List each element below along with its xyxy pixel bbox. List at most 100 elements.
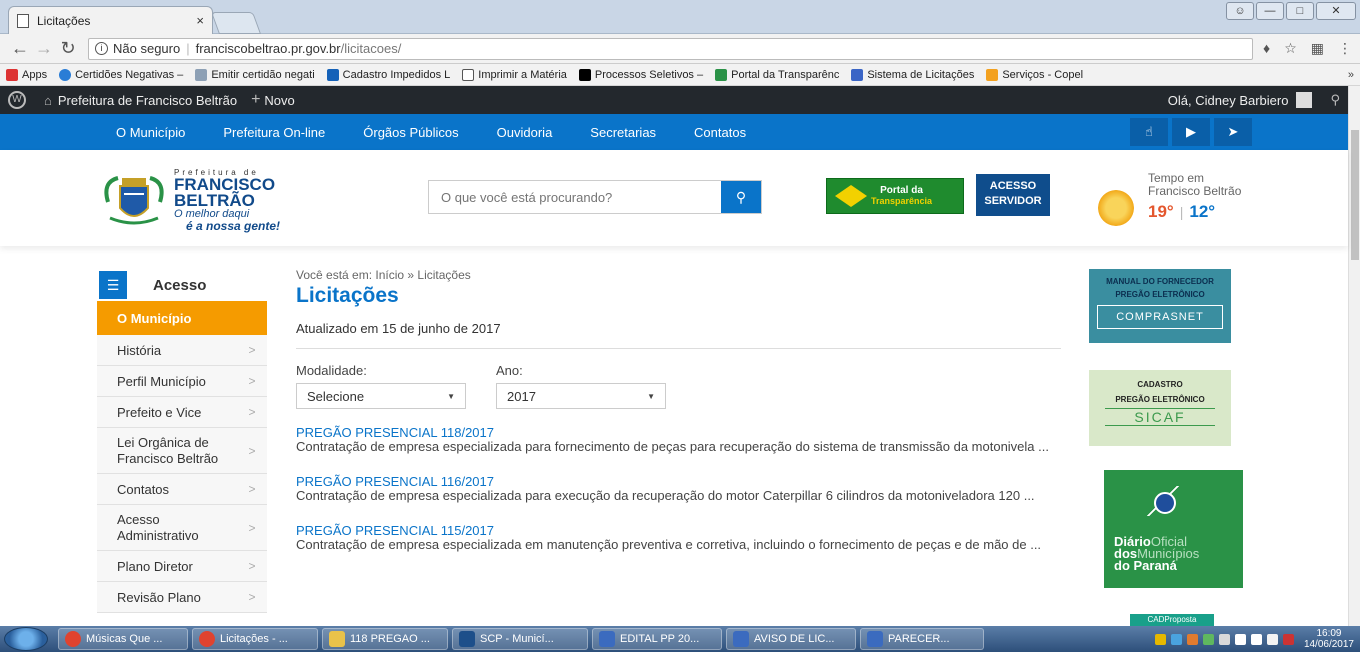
sidebar-item-contatos[interactable]: Contatos > — [97, 474, 267, 505]
search-input[interactable] — [429, 181, 721, 213]
more-bookmarks-icon[interactable]: » — [1348, 69, 1354, 81]
filter-modalidade-label: Modalidade: — [296, 363, 367, 378]
bookmark-cadastro[interactable]: Cadastro Impedidos L — [326, 68, 450, 81]
taskbar-item[interactable]: 118 PREGAO ... — [322, 628, 448, 650]
twitter-icon[interactable]: ➤ — [1214, 118, 1252, 146]
start-button[interactable] — [4, 627, 48, 651]
avatar[interactable] — [1296, 92, 1313, 108]
network-icon[interactable] — [1234, 633, 1246, 645]
maximize-icon[interactable]: □ — [1286, 2, 1314, 20]
tray-icon[interactable] — [1170, 633, 1182, 645]
nav-o-municipio[interactable]: O Município — [116, 125, 185, 140]
bookmark-sistema[interactable]: Sistema de Licitações — [851, 68, 974, 81]
licitacao-title-link[interactable]: PREGÃO PRESENCIAL 116/2017 — [296, 474, 1061, 489]
bookmark-portal[interactable]: Portal da Transparênc — [715, 68, 839, 81]
menu-icon[interactable]: ⋮ — [1338, 40, 1352, 57]
minimize-icon[interactable]: — — [1256, 2, 1284, 20]
licitacao-title-link[interactable]: PREGÃO PRESENCIAL 115/2017 — [296, 523, 1061, 538]
home-icon[interactable]: ⌂ — [44, 93, 52, 108]
user-icon[interactable]: ☺ — [1226, 2, 1254, 20]
sidebar-item-acesso-administrativo[interactable]: Acesso Administrativo > — [97, 505, 267, 551]
page-icon — [462, 68, 475, 81]
star-icon[interactable]: ☆ — [1284, 40, 1297, 57]
banner-line: CADASTRO — [1137, 380, 1183, 389]
nav-secretarias[interactable]: Secretarias — [590, 125, 656, 140]
site-logo[interactable]: Prefeitura de FRANCISCO BELTRÃO O melhor… — [98, 168, 288, 234]
tray-icon[interactable] — [1154, 633, 1166, 645]
sidebar-item-prefeito[interactable]: Prefeito e Vice > — [97, 397, 267, 428]
tray-icon[interactable] — [1202, 633, 1214, 645]
ano-select[interactable]: 2017 ▼ — [496, 383, 666, 409]
portal-transparencia-link[interactable]: Portal da Transparência — [826, 178, 964, 214]
plus-icon[interactable]: + — [251, 91, 260, 109]
tray-icon[interactable] — [1218, 633, 1230, 645]
bookmark-imprimir[interactable]: Imprimir a Matéria — [462, 68, 567, 81]
tray-icon[interactable] — [1282, 633, 1294, 645]
manual-fornecedor-banner[interactable]: MANUAL DO FORNECEDOR PREGÃO ELETRÔNICO C… — [1089, 269, 1231, 343]
play-icon[interactable]: ▶ — [1172, 118, 1210, 146]
modalidade-select[interactable]: Selecione ▼ — [296, 383, 466, 409]
sidebar-item-perfil[interactable]: Perfil Município > — [97, 366, 267, 397]
close-window-icon[interactable]: ✕ — [1316, 2, 1356, 20]
chevron-right-icon: > — [248, 559, 256, 573]
browser-tab[interactable]: Licitações × — [8, 6, 213, 34]
page-scrollbar[interactable] — [1348, 86, 1360, 626]
bookmark-certidoes[interactable]: Certidões Negativas – — [59, 68, 183, 81]
clock[interactable]: 16:09 14/06/2017 — [1304, 628, 1354, 650]
taskbar-item-label: EDITAL PP 20... — [620, 633, 700, 645]
diario-oficial-banner[interactable]: DiárioOficial dosMunicípios do Paraná — [1104, 470, 1243, 588]
wp-admin-bar: W ⌂ Prefeitura de Francisco Beltrão + No… — [0, 86, 1348, 114]
scp-icon — [459, 631, 475, 647]
wp-greeting[interactable]: Olá, Cidney Barbiero — [1168, 93, 1289, 108]
new-tab-button[interactable] — [210, 12, 262, 34]
sidebar-item-lei-organica[interactable]: Lei Orgânica de Francisco Beltrão > — [97, 428, 267, 474]
temp-min: 12° — [1189, 202, 1216, 221]
forward-icon[interactable]: → — [32, 38, 56, 59]
bookmark-emitir[interactable]: Emitir certidão negati — [195, 68, 315, 81]
bookmark-icon — [851, 68, 864, 81]
cadastro-sicaf-banner[interactable]: CADASTRO PREGÃO ELETRÔNICO SICAF — [1089, 370, 1231, 446]
crest-icon — [104, 176, 164, 225]
extension-icon[interactable]: ♦ — [1263, 40, 1270, 57]
taskbar-item[interactable]: Músicas Que ... — [58, 628, 188, 650]
sidebar-item-historia[interactable]: História > — [97, 335, 267, 366]
pdf-icon[interactable]: ▦ — [1311, 40, 1324, 57]
like-icon[interactable]: ☝ — [1130, 118, 1168, 146]
back-icon[interactable]: ← — [8, 38, 32, 59]
wp-site-name[interactable]: Prefeitura de Francisco Beltrão — [58, 93, 237, 108]
taskbar-item[interactable]: AVISO DE LIC... — [726, 628, 856, 650]
nav-contatos[interactable]: Contatos — [694, 125, 746, 140]
close-tab-icon[interactable]: × — [196, 13, 204, 28]
search-icon[interactable]: ⚲ — [1330, 92, 1340, 108]
url-input[interactable]: i Não seguro | franciscobeltrao.pr.gov.b… — [88, 37, 1254, 60]
licitacao-title-link[interactable]: PREGÃO PRESENCIAL 118/2017 — [296, 425, 1061, 440]
scrollbar-thumb[interactable] — [1351, 130, 1359, 260]
bookmark-apps[interactable]: Apps — [6, 68, 47, 81]
taskbar-item[interactable]: EDITAL PP 20... — [592, 628, 722, 650]
wordpress-icon[interactable]: W — [8, 91, 26, 109]
menu-icon[interactable]: ☰ — [99, 271, 127, 299]
nav-ouvidoria[interactable]: Ouvidoria — [497, 125, 553, 140]
sidebar-item-revisao-plano[interactable]: Revisão Plano > — [97, 582, 267, 613]
taskbar-item[interactable]: SCP - Municí... — [452, 628, 588, 650]
bookmark-copel[interactable]: Serviços - Copel — [986, 68, 1083, 81]
info-icon[interactable]: i — [95, 42, 108, 55]
volume-icon[interactable] — [1250, 633, 1262, 645]
acesso-servidor-button[interactable]: ACESSO SERVIDOR — [976, 174, 1050, 216]
nav-orgaos-publicos[interactable]: Órgãos Públicos — [363, 125, 458, 140]
wp-new-link[interactable]: Novo — [264, 93, 294, 108]
search-button[interactable]: ⚲ — [721, 181, 761, 213]
cadproposta-banner[interactable]: CADProposta — [1130, 614, 1214, 626]
flag-icon[interactable] — [1266, 633, 1278, 645]
bookmark-processos[interactable]: Processos Seletivos – — [578, 68, 703, 81]
brazil-flag-icon — [831, 183, 871, 209]
reload-icon[interactable]: ↻ — [56, 38, 80, 59]
taskbar-item[interactable]: PARECER... — [860, 628, 984, 650]
sidebar-item-plano-diretor[interactable]: Plano Diretor > — [97, 551, 267, 582]
tray-icon[interactable] — [1186, 633, 1198, 645]
taskbar-item[interactable]: Licitações - ... — [192, 628, 318, 650]
word-doc-icon — [599, 631, 615, 647]
nav-prefeitura-online[interactable]: Prefeitura On-line — [223, 125, 325, 140]
tray-icons — [1154, 633, 1294, 645]
sidebar-item-o-municipio[interactable]: O Município — [97, 301, 267, 335]
